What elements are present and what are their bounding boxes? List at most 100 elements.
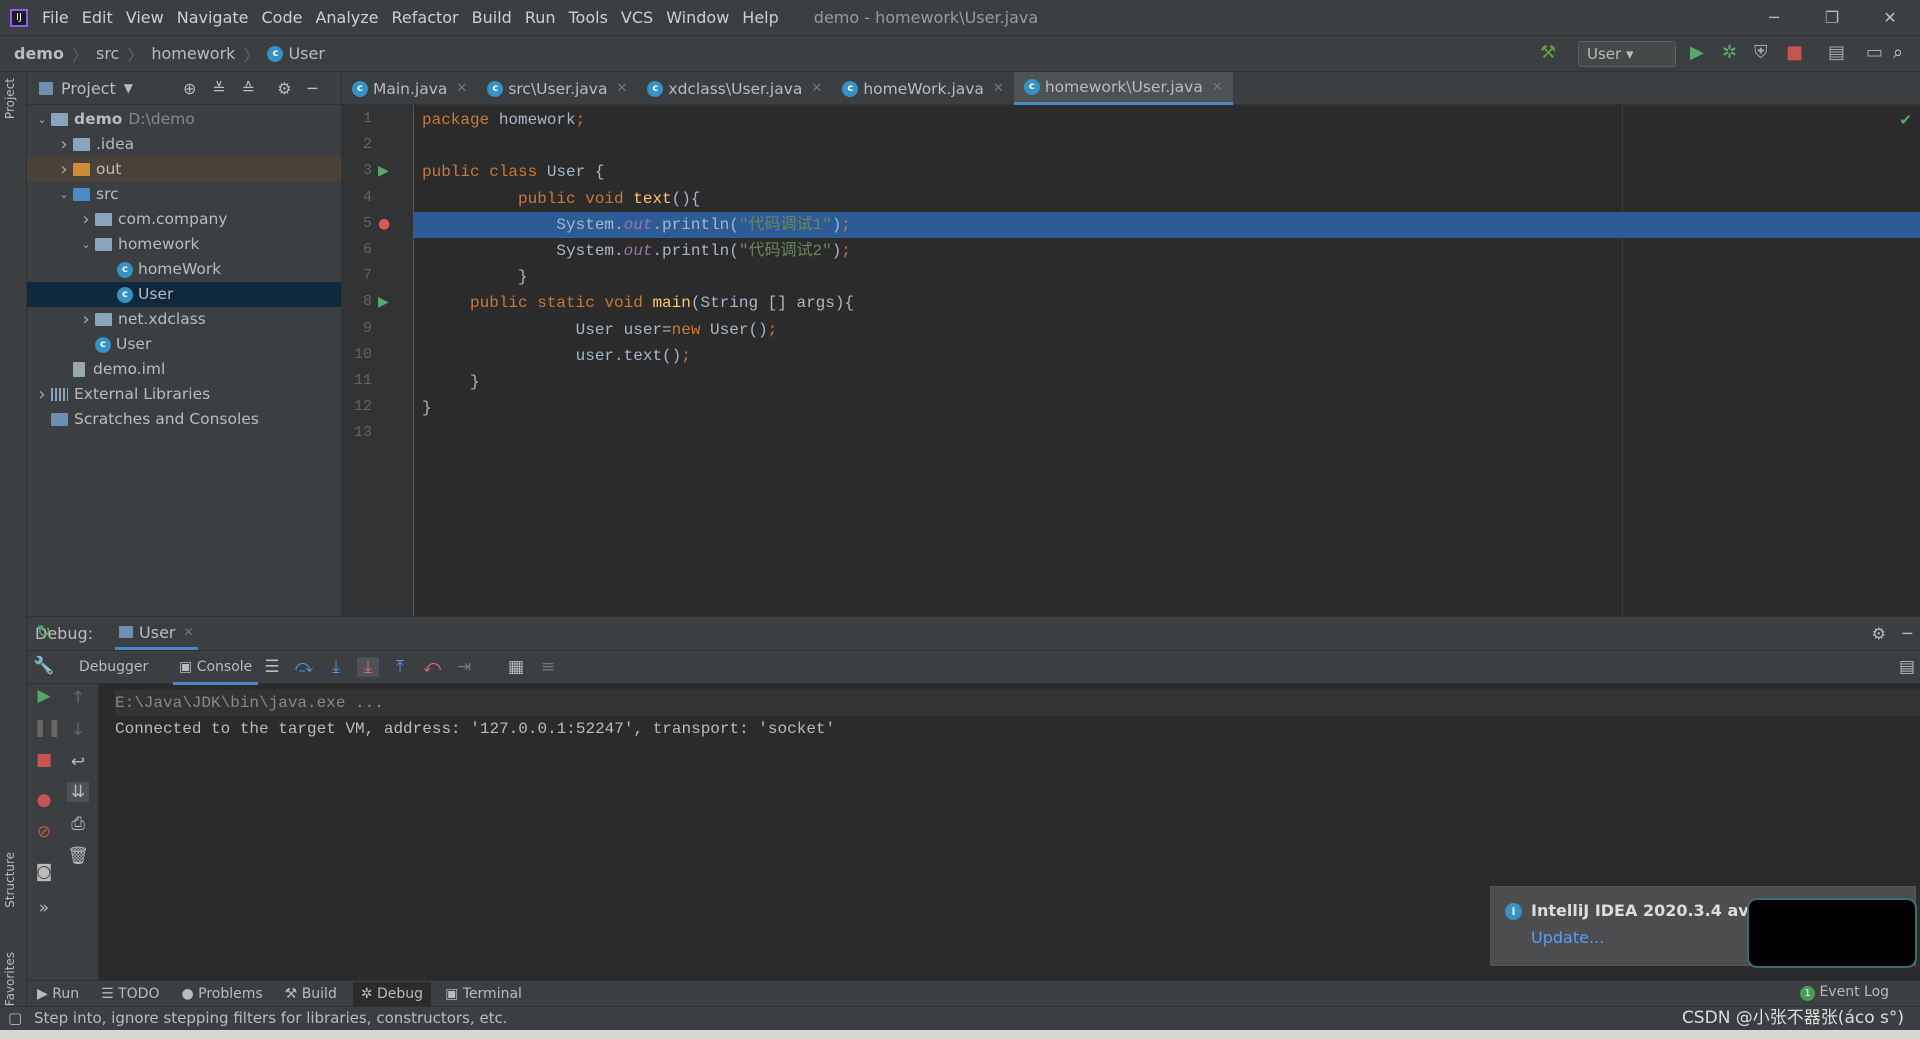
expand-all-icon[interactable]: ≚ [212,79,225,98]
build-hammer-icon[interactable]: ⚒ [1540,42,1556,63]
step-into-icon[interactable]: ⤓ [325,657,347,677]
layout-icon[interactable]: ▭ [1866,42,1883,63]
chevron-right-icon[interactable]: › [77,307,95,332]
stop-icon[interactable]: ■ [33,750,55,770]
step-over-icon[interactable]: ⤼ [293,657,315,677]
soft-wrap-icon[interactable]: ↩ [67,752,89,772]
chevron-down-icon[interactable]: ⌄ [77,232,95,257]
trace-stream-icon[interactable]: ≡ [537,657,559,677]
pause-icon[interactable]: ❚❚ [33,718,62,738]
menu-code[interactable]: Code [262,8,303,27]
view-breakpoints-icon[interactable]: ● [33,790,55,810]
menu-help[interactable]: Help [742,8,778,27]
menu-run[interactable]: Run [525,8,556,27]
force-step-into-icon[interactable]: ⤓ [357,657,379,677]
tree-item-net-xdclass[interactable]: › net.xdclass [27,307,341,332]
chevron-down-icon[interactable]: ⌄ [55,182,73,207]
structure-tool-button[interactable]: Structure [3,852,17,908]
layout-settings-icon[interactable]: ▤ [1896,657,1918,677]
close-tab-icon[interactable]: ✕ [616,81,627,96]
close-session-icon[interactable]: ✕ [183,625,193,639]
favorites-tool-button[interactable]: Favorites [3,952,17,1006]
evaluate-expression-icon[interactable]: ▦ [505,657,527,677]
hide-icon[interactable]: ─ [308,79,318,98]
chevron-right-icon[interactable]: › [77,207,95,232]
settings-gear-icon[interactable]: ⚙ [277,79,291,98]
tree-item-homework[interactable]: c homeWork [27,257,341,282]
menu-vcs[interactable]: VCS [621,8,653,27]
breakpoint-icon[interactable]: ● [378,216,390,232]
coverage-icon[interactable]: ⛨ [1754,42,1768,63]
debug-icon[interactable]: ✲ [1722,42,1737,63]
chevron-right-icon[interactable]: › [55,157,73,182]
debug-hide-icon[interactable]: ─ [1902,624,1912,643]
tree-item-external-libraries[interactable]: › External Libraries [27,382,341,407]
tree-item-src[interactable]: ⌄ src [27,182,341,207]
more-icon[interactable]: » [33,898,55,918]
step-out-icon[interactable]: ⤒ [389,657,411,677]
close-tab-icon[interactable]: ✕ [1212,80,1223,95]
toolwindow-problems[interactable]: ● Problems [181,986,262,1002]
rerun-icon[interactable]: ↻ [33,622,55,642]
camera-icon[interactable]: ◙ [33,862,55,882]
tree-item-homework[interactable]: ⌄ homework [27,232,341,257]
tab-homework-user-java[interactable]: c homework\User.java ✕ [1013,72,1233,105]
menu-view[interactable]: View [126,8,164,27]
breadcrumb-src[interactable]: src [96,44,119,63]
toolwindow-build[interactable]: ⚒ Build [285,986,337,1002]
menu-window[interactable]: Window [666,8,729,27]
menu-refactor[interactable]: Refactor [392,8,459,27]
toolwindow-terminal[interactable]: ▣ Terminal [445,986,522,1002]
up-arrow-icon[interactable]: ↑ [67,688,89,708]
tree-item-com-company[interactable]: › com.company [27,207,341,232]
breadcrumb-user[interactable]: User [288,44,324,63]
tab-main-java[interactable]: c Main.java ✕ [342,72,477,105]
minimize-button[interactable]: ─ [1745,0,1803,35]
tab-src-user-java[interactable]: c src\User.java ✕ [477,72,637,105]
show-execution-point-icon[interactable]: ☰ [261,657,283,677]
drop-frame-icon[interactable]: ⤺ [421,657,443,677]
run-gutter-icon[interactable]: ▶ [378,294,389,310]
close-button[interactable]: ✕ [1861,0,1919,35]
menu-file[interactable]: File [42,8,69,27]
close-tab-icon[interactable]: ✕ [993,81,1004,96]
locate-icon[interactable]: ⊕ [183,79,196,98]
resume-icon[interactable]: ▶ [33,686,55,706]
chevron-right-icon[interactable]: › [55,132,73,157]
breadcrumb-demo[interactable]: demo [14,44,64,63]
event-log-button[interactable]: 1 Event Log [1800,984,1889,1001]
update-link[interactable]: Update... [1531,928,1604,947]
chevron-down-icon[interactable]: ⌄ [33,107,51,132]
chevron-right-icon[interactable]: › [33,382,51,407]
debugger-tab[interactable]: Debugger [79,659,148,675]
mute-breakpoints-icon[interactable]: ⊘ [33,822,55,842]
menu-analyze[interactable]: Analyze [315,8,378,27]
tab-xdclass-user-java[interactable]: c xdclass\User.java ✕ [637,72,832,105]
breadcrumb-homework[interactable]: homework [151,44,235,63]
collapse-all-icon[interactable]: ≙ [242,79,255,98]
project-structure-icon[interactable]: ▤ [1828,42,1845,63]
console-tab[interactable]: ▣ Console [173,651,259,685]
run-to-cursor-icon[interactable]: ⇥ [453,657,475,677]
project-tool-button[interactable]: Project [3,78,17,119]
tree-item-out[interactable]: › out [27,157,341,182]
status-toggle-icon[interactable]: ▢ [8,1007,22,1030]
tree-item-user[interactable]: c User [27,282,341,307]
menu-navigate[interactable]: Navigate [177,8,249,27]
search-icon[interactable]: ⌕ [1893,42,1903,63]
tab-homework-java[interactable]: c homeWork.java ✕ [832,72,1014,105]
modify-config-icon[interactable]: 🔧 [33,656,55,676]
down-arrow-icon[interactable]: ↓ [67,720,89,740]
stop-icon[interactable]: ■ [1786,42,1803,63]
print-icon[interactable]: ⎙ [67,814,89,834]
scroll-to-end-icon[interactable]: ⇊ [67,782,89,802]
menu-build[interactable]: Build [472,8,512,27]
tree-item-demo-iml[interactable]: demo.iml [27,357,341,382]
debug-settings-icon[interactable]: ⚙ [1872,624,1886,643]
toolwindow-run[interactable]: ▶ Run [37,986,79,1002]
project-view-select[interactable]: Project [61,79,116,98]
clear-all-icon[interactable]: 🗑 [67,846,89,866]
run-icon[interactable]: ▶ [1690,42,1704,63]
restore-button[interactable]: ❐ [1803,0,1861,35]
run-configuration-select[interactable]: User ▾ [1578,41,1676,67]
